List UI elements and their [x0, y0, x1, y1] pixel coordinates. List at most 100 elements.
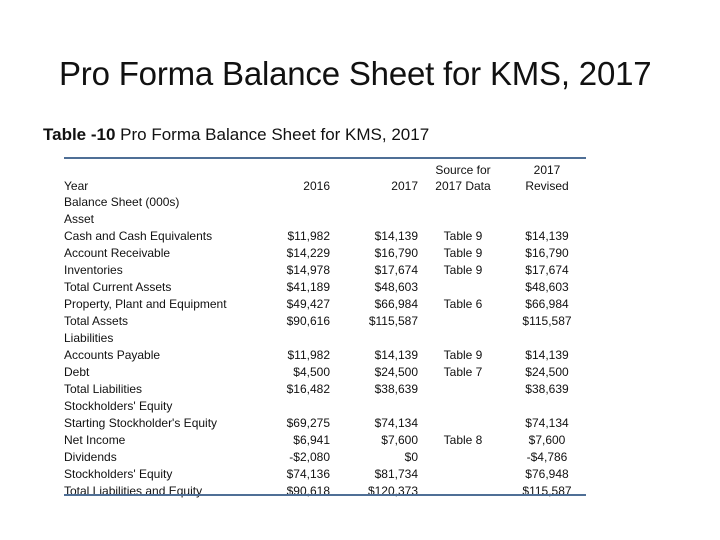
- value-2016: $14,229: [286, 246, 330, 260]
- value-2017-revised: [508, 211, 586, 228]
- value-2016: [274, 330, 330, 347]
- value-2017: $48,603: [374, 280, 418, 294]
- table-row: Total Assets $90,616 $115,587 $115,587: [64, 313, 586, 330]
- value-2017: $17,674: [374, 263, 418, 277]
- header-revised-line1: 2017: [533, 163, 561, 177]
- value-2016: $11,982: [287, 229, 331, 243]
- value-2016: $11,982: [287, 348, 331, 362]
- source-ref: Table 7: [443, 365, 483, 379]
- value-2017-revised: $24,500: [525, 365, 569, 379]
- header-2017: 2017: [391, 179, 418, 193]
- value-2016: $16,482: [286, 382, 330, 396]
- header-2016: 2016: [303, 179, 330, 193]
- table-caption-label: Table -10: [43, 125, 116, 144]
- table-row: Balance Sheet (000s): [64, 194, 586, 211]
- source-ref: [418, 194, 508, 211]
- row-label: Starting Stockholder's Equity: [64, 416, 218, 430]
- header-source-line2: 2017 Data: [435, 179, 491, 193]
- source-ref: [418, 415, 508, 432]
- source-ref: Table 9: [443, 246, 483, 260]
- source-ref: Table 9: [443, 229, 483, 243]
- table-row: Debt $4,500 $24,500 Table 7 $24,500: [64, 364, 586, 381]
- table-row: Property, Plant and Equipment $49,427 $66,…: [64, 296, 586, 313]
- value-2017-revised: $66,984: [525, 297, 569, 311]
- value-2016: -$2,080: [289, 450, 330, 464]
- table-row: Cash and Cash Equivalents $11,982 $14,139 T…: [64, 228, 586, 245]
- table-body: Balance Sheet (000s) Asset Cash and Cash E…: [64, 194, 586, 500]
- value-2017-revised: $48,603: [525, 280, 569, 294]
- table-row: Liabilities: [64, 330, 586, 347]
- row-label: Debt: [64, 365, 90, 379]
- balance-sheet-table: Year 2016 2017 Source for 2017 Data 2017 R…: [64, 160, 586, 500]
- value-2017: $115,587: [368, 314, 418, 328]
- value-2016: $14,978: [286, 263, 330, 277]
- value-2017: [330, 330, 418, 347]
- table-row: Dividends -$2,080 $0 -$4,786: [64, 449, 586, 466]
- value-2017-revised: [508, 330, 586, 347]
- value-2017: $38,639: [374, 382, 418, 396]
- value-2016: $90,618: [286, 484, 330, 498]
- table-row: Starting Stockholder's Equity $69,275 $74,…: [64, 415, 586, 432]
- table-bottom-rule: [64, 494, 586, 496]
- table-row: Asset: [64, 211, 586, 228]
- source-ref: Table 9: [443, 263, 483, 277]
- source-ref: [418, 398, 508, 415]
- source-ref: Table 6: [443, 297, 483, 311]
- value-2017: $81,734: [374, 467, 418, 481]
- row-label: Total Assets: [64, 314, 129, 328]
- source-ref: [418, 381, 508, 398]
- header-revised-line2: Revised: [525, 179, 569, 193]
- source-ref: [418, 466, 508, 483]
- source-ref: [418, 330, 508, 347]
- header-revised: 2017 Revised: [508, 160, 586, 194]
- row-label: Stockholders' Equity: [64, 399, 173, 413]
- row-label: Total Liabilities and Equity: [64, 484, 203, 498]
- value-2016: $4,500: [293, 365, 330, 379]
- value-2016: $90,616: [286, 314, 330, 328]
- value-2016: $49,427: [286, 297, 330, 311]
- header-year: Year: [64, 179, 89, 193]
- table-row: Accounts Payable $11,982 $14,139 Table 9 $14…: [64, 347, 586, 364]
- source-ref: [418, 211, 508, 228]
- value-2017: $24,500: [374, 365, 418, 379]
- row-label: Net Income: [64, 433, 126, 447]
- value-2017-revised: $17,674: [525, 263, 569, 277]
- table-header-row: Year 2016 2017 Source for 2017 Data 2017 R…: [64, 160, 586, 194]
- value-2016: $74,136: [286, 467, 330, 481]
- row-label: Accounts Payable: [64, 348, 161, 362]
- table-row: Inventories $14,978 $17,674 Table 9 $17,674: [64, 262, 586, 279]
- source-ref: [418, 449, 508, 466]
- table-row: Stockholders' Equity $74,136 $81,734 $76,94…: [64, 466, 586, 483]
- source-ref: Table 9: [443, 348, 483, 362]
- value-2016: [274, 194, 330, 211]
- row-label: Cash and Cash Equivalents: [64, 229, 213, 243]
- table-caption-text: Pro Forma Balance Sheet for KMS, 2017: [115, 125, 430, 144]
- value-2017-revised: $16,790: [525, 246, 569, 260]
- value-2017-revised: $115,587: [522, 484, 572, 498]
- value-2017: $0: [404, 450, 418, 464]
- source-ref: Table 8: [443, 433, 483, 447]
- table-top-rule: [64, 157, 586, 159]
- row-label: Total Liabilities: [64, 382, 143, 396]
- value-2017-revised: $7,600: [528, 433, 566, 447]
- table-row: Account Receivable $14,229 $16,790 Table 9 $…: [64, 245, 586, 262]
- table-row: Total Current Assets $41,189 $48,603 $48,60…: [64, 279, 586, 296]
- table-row: Total Liabilities and Equity $90,618 $120,…: [64, 483, 586, 500]
- source-ref: [418, 483, 508, 500]
- value-2017-revised: $14,139: [525, 348, 569, 362]
- value-2017-revised: -$4,786: [526, 450, 568, 464]
- value-2017: $14,139: [374, 229, 418, 243]
- row-label: Stockholders' Equity: [64, 467, 173, 481]
- value-2017-revised: $14,139: [525, 229, 569, 243]
- value-2017: [330, 398, 418, 415]
- value-2016: $69,275: [286, 416, 330, 430]
- value-2017: $14,139: [374, 348, 418, 362]
- row-label: Property, Plant and Equipment: [64, 297, 227, 311]
- value-2017: $7,600: [381, 433, 418, 447]
- value-2017: $16,790: [374, 246, 418, 260]
- slide-title: Pro Forma Balance Sheet for KMS, 2017: [59, 55, 652, 92]
- value-2017: $66,984: [374, 297, 418, 311]
- value-2017: $74,134: [374, 416, 418, 430]
- table-row: Total Liabilities $16,482 $38,639 $38,639: [64, 381, 586, 398]
- value-2017-revised: [508, 194, 586, 211]
